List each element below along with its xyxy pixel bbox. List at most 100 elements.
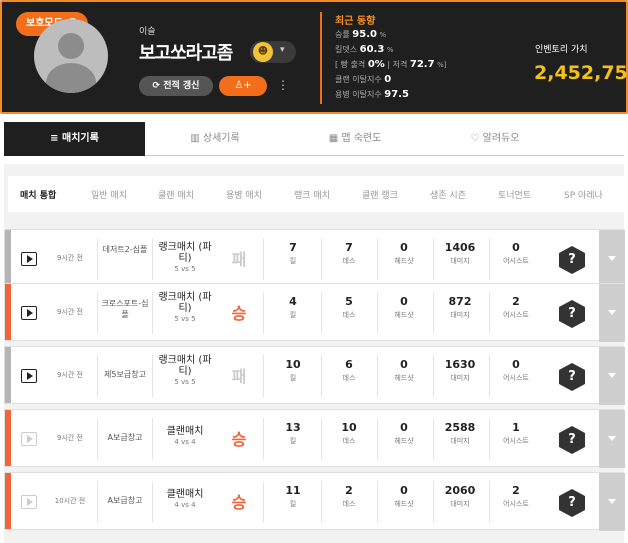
filter-clan[interactable]: 클랜 매치 (158, 188, 194, 201)
play-icon[interactable] (21, 432, 37, 446)
more-icon[interactable]: ⋮ (277, 78, 289, 92)
match-mode: 클랜매치 4 vs 4 (166, 489, 204, 509)
match-result: 승 (231, 493, 247, 512)
unknown-rank-icon: ? (559, 300, 585, 328)
filter-normal[interactable]: 일반 매치 (91, 188, 127, 201)
stat-assist: 0 어시스트 (503, 358, 529, 382)
stat-headshot: 0 헤드샷 (394, 295, 414, 319)
match-mode: 랭크매치 (파티) 5 vs 5 (158, 292, 212, 323)
result-bar (5, 347, 11, 403)
heart-icon: ♡ (470, 133, 480, 144)
table-row[interactable]: 9시간 전 크로스포트-심플 랭크매치 (파티) 5 vs 5 승 4킬 5 데스 … (4, 283, 625, 342)
match-result: 승 (231, 430, 247, 449)
stat-kd: 킬뎃스 60.3 % (335, 44, 394, 55)
stat-assist: 2 어시스트 (503, 484, 529, 508)
filter-rank[interactable]: 랭크 매치 (294, 188, 330, 201)
stat-winrate: 승률 95.0 % (335, 29, 387, 40)
map-name: 크로스포트-심플 (101, 299, 149, 319)
tab-map-mastery[interactable]: ▦ 맵 숙련도 (285, 122, 425, 156)
match-list: 9시간 전 데저트2-심플 랭크매치 (파티) 5 vs 5 패 7킬 7 데스 0… (4, 224, 625, 543)
result-bar (5, 473, 11, 529)
stat-clan-leave: 클랜 이탈지수 0 (335, 74, 392, 85)
refresh-button[interactable]: ⟳ 전적 갱신 (139, 76, 213, 96)
play-icon[interactable] (21, 495, 37, 509)
stat-headshot: 0 헤드샷 (394, 421, 414, 445)
tab-detail-record[interactable]: ▥ 상세기록 (145, 122, 285, 156)
play-icon[interactable] (21, 369, 37, 383)
stat-damage: 2588 대미지 (444, 421, 476, 445)
unknown-rank-icon: ? (559, 363, 585, 391)
play-icon[interactable] (21, 252, 37, 266)
match-mode: 클랜매치 4 vs 4 (166, 426, 204, 446)
table-row[interactable]: 9시간 전 A보급창고 클랜매치 4 vs 4 승 13 킬 10 데스 0 헤드샷 2… (4, 409, 625, 468)
main-tabs: ≡ 매치기록 ▥ 상세기록 ▦ 맵 숙련도 ♡ 알려듀오 (4, 122, 624, 156)
map-icon: ▦ (328, 133, 339, 144)
add-user-button[interactable]: ♙+ (219, 76, 267, 96)
stat-death: 10 데스 (341, 421, 357, 445)
match-result: 승 (231, 304, 247, 323)
match-time: 9시간 전 (57, 371, 83, 379)
list-icon: ≡ (50, 133, 59, 144)
match-result: 패 (231, 250, 247, 269)
rank-face-icon: ☻ (253, 42, 273, 62)
stat-kill: 4킬 (289, 295, 297, 319)
filter-all[interactable]: 매치 통합 (20, 188, 56, 201)
filter-tournament[interactable]: 토너먼트 (498, 188, 531, 201)
match-mode: 랭크매치 (파티) 5 vs 5 (158, 242, 212, 273)
expand-button[interactable] (599, 473, 625, 531)
match-mode: 랭크매치 (파티) 5 vs 5 (158, 355, 212, 386)
stat-death: 7 데스 (342, 241, 356, 265)
chart-icon: ▥ (190, 133, 200, 144)
filter-sp-arena[interactable]: SP 아레나 (564, 188, 603, 201)
inventory-label: 인벤토리 가치 (535, 45, 588, 55)
stat-death: 2 데스 (342, 484, 356, 508)
result-bar (5, 284, 11, 340)
stat-headshot: 0 헤드샷 (394, 484, 414, 508)
match-filter-bar: 매치 통합 일반 매치 클랜 매치 용병 매치 랭크 매치 클랜 랭크 생존 시… (4, 164, 624, 224)
stat-kill: 13 킬 (285, 421, 301, 445)
inventory-value: 2,452,751 c (534, 62, 628, 84)
map-name: 데저트2-심플 (102, 245, 148, 254)
match-time: 9시간 전 (57, 254, 83, 262)
nickname: 보고쏘라고좀 (139, 43, 233, 64)
result-bar (5, 410, 11, 466)
recent-trend-title: 최근 동향 (335, 16, 376, 27)
map-name: A보급창고 (107, 433, 143, 442)
table-row[interactable]: 9시간 전 데저트2-심플 랭크매치 (파티) 5 vs 5 패 7킬 7 데스 0… (4, 229, 625, 288)
avatar (34, 19, 108, 93)
map-name: A보급창고 (107, 496, 143, 505)
filter-clan-rank[interactable]: 클랜 랭크 (362, 188, 398, 201)
filter-survival[interactable]: 생존 시즌 (430, 188, 466, 201)
tab-match-record[interactable]: ≡ 매치기록 (4, 122, 145, 156)
stat-kill: 11 킬 (285, 484, 301, 508)
unknown-rank-icon: ? (559, 246, 585, 274)
chevron-down-icon: ▾ (280, 45, 285, 55)
stat-death: 6 데스 (342, 358, 356, 382)
stat-merc-leave: 용병 이탈지수 97.5 (335, 89, 409, 100)
play-icon[interactable] (21, 306, 37, 320)
table-row[interactable]: 10시간 전 A보급창고 클랜매치 4 vs 4 승 11 킬 2 데스 0 헤드샷 2… (4, 472, 625, 531)
stat-weapon: [ 빵 출격 0% | 저격 72.7 %] (335, 59, 447, 70)
stat-headshot: 0 헤드샷 (394, 241, 414, 265)
stat-damage: 2060 대미지 (444, 484, 476, 508)
stat-kill: 7킬 (289, 241, 297, 265)
divider (320, 12, 322, 104)
profile-header: 보호모드i 이슬 보고쏘라고좀 ☻▾ ⟳ 전적 갱신 ♙+ ⋮ 최근 동향 승률… (0, 0, 628, 114)
stat-kill: 10 킬 (285, 358, 301, 382)
expand-button[interactable] (599, 284, 625, 342)
expand-button[interactable] (599, 230, 625, 288)
tab-duo[interactable]: ♡ 알려듀오 (425, 122, 565, 156)
filter-merc[interactable]: 용병 매치 (226, 188, 262, 201)
match-time: 9시간 전 (57, 434, 83, 442)
table-row[interactable]: 9시간 전 제5보급창고 랭크매치 (파티) 5 vs 5 패 10 킬 6 데스 0… (4, 346, 625, 405)
match-time: 10시간 전 (54, 497, 86, 505)
map-name: 제5보급창고 (104, 370, 146, 379)
expand-button[interactable] (599, 410, 625, 468)
stat-death: 5 데스 (342, 295, 356, 319)
stat-headshot: 0 헤드샷 (394, 358, 414, 382)
result-bar (5, 230, 11, 286)
stat-assist: 0 어시스트 (503, 241, 529, 265)
match-time: 9시간 전 (57, 308, 83, 316)
expand-button[interactable] (599, 347, 625, 405)
rank-badge-dropdown[interactable]: ☻ ▾ (250, 41, 296, 63)
